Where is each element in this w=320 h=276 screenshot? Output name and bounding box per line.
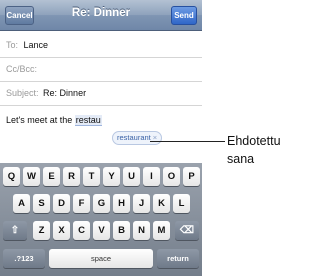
key-s[interactable]: S: [33, 194, 50, 213]
phone-screen: Cancel Re: Dinner Send To: Lance Cc/Bcc:…: [0, 0, 202, 276]
space-key[interactable]: space: [49, 249, 153, 268]
subject-value: Re: Dinner: [43, 88, 87, 98]
key-y[interactable]: Y: [103, 167, 120, 186]
send-button[interactable]: Send: [171, 6, 197, 25]
key-d[interactable]: D: [53, 194, 70, 213]
suggestion-word: restaurant: [117, 133, 151, 142]
callout-label: Ehdotettu sana: [227, 132, 281, 168]
callout-line: [150, 141, 225, 142]
typed-word: restau: [74, 115, 102, 126]
to-field[interactable]: To: Lance: [0, 34, 202, 58]
cc-bcc-label: Cc/Bcc:: [6, 64, 38, 74]
return-key[interactable]: return: [157, 249, 199, 268]
key-l[interactable]: L: [173, 194, 190, 213]
key-e[interactable]: E: [43, 167, 60, 186]
message-body[interactable]: Let's meet at the restau: [6, 115, 102, 126]
shift-key[interactable]: ⇧: [3, 221, 27, 240]
key-j[interactable]: J: [133, 194, 150, 213]
key-h[interactable]: H: [113, 194, 130, 213]
subject-label: Subject:: [6, 88, 39, 98]
key-t[interactable]: T: [83, 167, 100, 186]
key-g[interactable]: G: [93, 194, 110, 213]
key-q[interactable]: Q: [3, 167, 20, 186]
key-w[interactable]: W: [23, 167, 40, 186]
key-f[interactable]: F: [73, 194, 90, 213]
suggestion-bubble[interactable]: restaurant ×: [112, 131, 163, 145]
key-r[interactable]: R: [63, 167, 80, 186]
cc-bcc-field[interactable]: Cc/Bcc:: [0, 58, 202, 82]
key-a[interactable]: A: [13, 194, 30, 213]
callout-line-2: sana: [227, 152, 255, 166]
backspace-key[interactable]: ⌫: [175, 221, 199, 240]
key-m[interactable]: M: [153, 221, 170, 240]
key-b[interactable]: B: [113, 221, 130, 240]
callout-line-1: Ehdotettu: [227, 134, 281, 148]
key-i[interactable]: I: [143, 167, 160, 186]
key-x[interactable]: X: [53, 221, 70, 240]
key-v[interactable]: V: [93, 221, 110, 240]
keyboard: Q W E R T Y U I O P A S D F G H J K L ⇧ …: [0, 163, 202, 276]
body-text: Let's meet at the: [6, 115, 73, 125]
nav-bar: Cancel Re: Dinner Send: [0, 0, 202, 31]
key-o[interactable]: O: [163, 167, 180, 186]
numbers-key[interactable]: .?123: [3, 249, 45, 268]
key-k[interactable]: K: [153, 194, 170, 213]
key-z[interactable]: Z: [33, 221, 50, 240]
key-u[interactable]: U: [123, 167, 140, 186]
subject-field[interactable]: Subject: Re: Dinner: [0, 82, 202, 106]
key-n[interactable]: N: [133, 221, 150, 240]
key-c[interactable]: C: [73, 221, 90, 240]
to-label: To:: [6, 40, 19, 50]
to-value: Lance: [23, 40, 49, 50]
key-p[interactable]: P: [183, 167, 200, 186]
